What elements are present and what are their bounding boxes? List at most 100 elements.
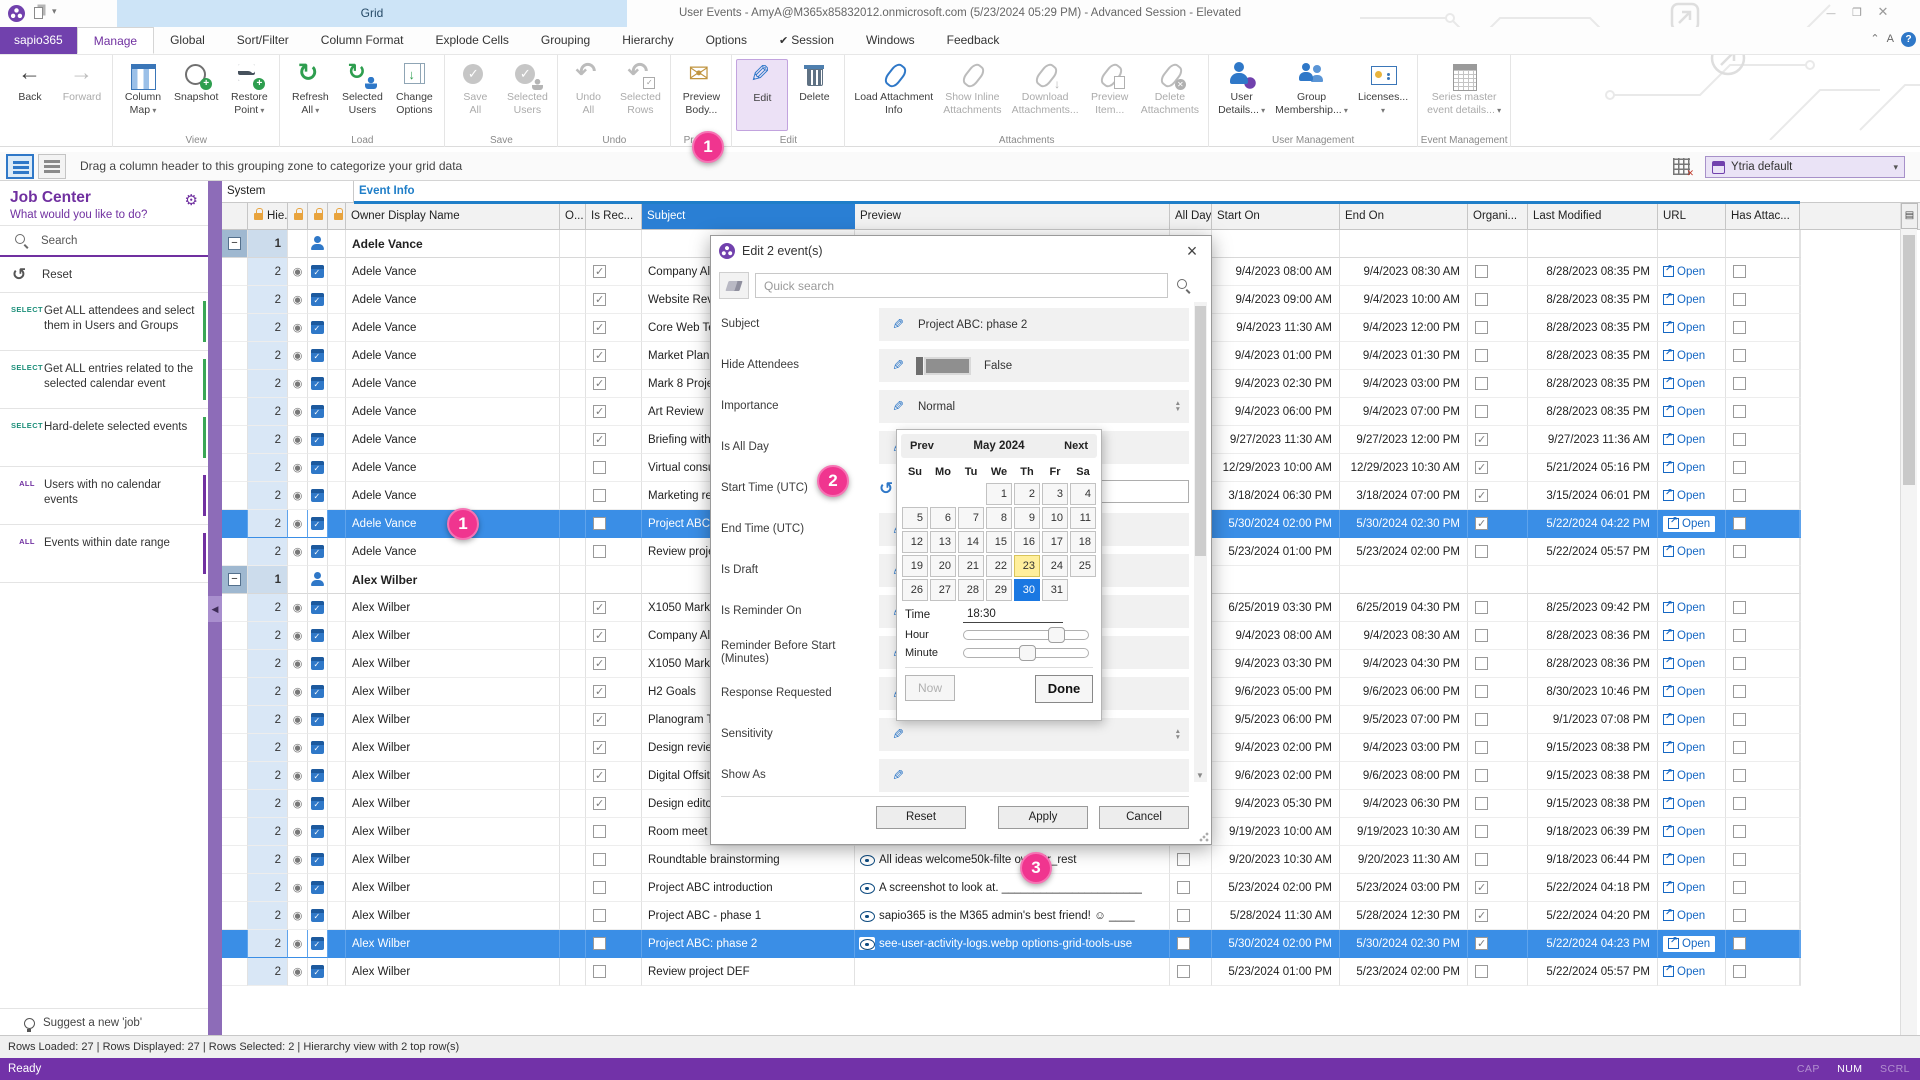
start-on-cell[interactable]: 9/4/2023 03:30 PM (1212, 650, 1340, 678)
header-start-on[interactable]: Start On (1212, 203, 1340, 229)
organizer-cell[interactable] (1468, 342, 1528, 370)
is-recurring-cell[interactable] (586, 930, 642, 958)
end-on-cell[interactable]: 9/27/2023 12:00 PM (1340, 426, 1468, 454)
end-on-cell[interactable] (1340, 230, 1468, 258)
is-recurring-cell[interactable] (586, 286, 642, 314)
url-cell[interactable]: Open (1658, 846, 1726, 874)
owner-cell[interactable]: Adele Vance (346, 314, 560, 342)
calendar-day[interactable]: 9 (1014, 507, 1040, 529)
ribbon-button[interactable]: Show Inline Attachments (938, 59, 1006, 131)
has-attachments-cell[interactable] (1726, 342, 1800, 370)
url-cell[interactable]: Open (1658, 482, 1726, 510)
organizer-cell[interactable] (1468, 566, 1528, 594)
end-on-cell[interactable]: 9/6/2023 08:00 PM (1340, 762, 1468, 790)
start-on-cell[interactable]: 5/30/2024 02:00 PM (1212, 930, 1340, 958)
end-on-cell[interactable]: 9/20/2023 11:30 AM (1340, 846, 1468, 874)
start-on-cell[interactable]: 9/4/2023 02:30 PM (1212, 370, 1340, 398)
has-attachments-cell[interactable] (1726, 510, 1800, 538)
organizer-cell[interactable] (1468, 790, 1528, 818)
url-cell[interactable]: Open (1658, 454, 1726, 482)
owner-cell[interactable]: Adele Vance (346, 454, 560, 482)
row-expander[interactable] (222, 286, 248, 314)
apply-button[interactable]: Apply (998, 806, 1088, 829)
search-icon[interactable] (1176, 278, 1191, 293)
open-link[interactable]: Open (1663, 515, 1716, 532)
reset-button[interactable]: Reset (876, 806, 966, 829)
organizer-cell[interactable] (1468, 650, 1528, 678)
sidebar-splitter[interactable] (208, 181, 222, 1035)
minute-slider-thumb[interactable] (1018, 645, 1036, 661)
start-on-cell[interactable]: 9/6/2023 02:00 PM (1212, 762, 1340, 790)
open-link[interactable]: Open (1663, 403, 1705, 418)
minute-slider[interactable] (963, 645, 1089, 661)
url-cell[interactable]: Open (1658, 930, 1726, 958)
owner-cell[interactable]: Adele Vance (346, 538, 560, 566)
all-day-cell[interactable] (1170, 958, 1212, 986)
organizer-cell[interactable] (1468, 678, 1528, 706)
calendar-day[interactable]: 1 (986, 483, 1012, 505)
start-on-cell[interactable]: 9/4/2023 09:00 AM (1212, 286, 1340, 314)
open-link[interactable]: Open (1663, 767, 1705, 782)
ribbon-button[interactable]: Licenses... (1353, 59, 1413, 131)
organizer-cell[interactable] (1468, 510, 1528, 538)
all-day-cell[interactable] (1170, 874, 1212, 902)
open-link[interactable]: Open (1663, 431, 1705, 446)
field-value[interactable] (879, 718, 1189, 751)
row-expander[interactable] (222, 566, 248, 594)
calendar-day[interactable]: 27 (930, 579, 956, 601)
calendar-day[interactable]: 15 (986, 531, 1012, 553)
owner-cell[interactable]: Alex Wilber (346, 650, 560, 678)
row-expander[interactable] (222, 594, 248, 622)
end-on-cell[interactable]: 3/18/2024 07:00 PM (1340, 482, 1468, 510)
ribbon-button[interactable]: Column Map (117, 59, 169, 131)
last-modified-cell[interactable] (1528, 230, 1658, 258)
url-cell[interactable]: Open (1658, 902, 1726, 930)
header-end-on[interactable]: End On (1340, 203, 1468, 229)
header-hierarchy[interactable]: Hie... (248, 203, 288, 229)
last-modified-cell[interactable]: 9/18/2023 06:44 PM (1528, 846, 1658, 874)
calendar-day[interactable]: 21 (958, 555, 984, 577)
ribbon-tab[interactable]: Hierarchy (606, 27, 689, 54)
row-expander[interactable] (222, 874, 248, 902)
ribbon-tab[interactable]: Feedback (931, 27, 1016, 54)
open-link[interactable]: Open (1663, 375, 1705, 390)
url-cell[interactable]: Open (1658, 790, 1726, 818)
open-link[interactable]: Open (1663, 655, 1705, 670)
is-recurring-cell[interactable] (586, 342, 642, 370)
has-attachments-cell[interactable] (1726, 426, 1800, 454)
organizer-cell[interactable] (1468, 930, 1528, 958)
open-link[interactable]: Open (1663, 935, 1716, 952)
calendar-next-button[interactable]: Next (1064, 440, 1097, 452)
is-recurring-cell[interactable] (586, 594, 642, 622)
last-modified-cell[interactable]: 5/22/2024 04:22 PM (1528, 510, 1658, 538)
is-recurring-cell[interactable] (586, 398, 642, 426)
is-recurring-cell[interactable] (586, 566, 642, 594)
end-on-cell[interactable]: 5/23/2024 02:00 PM (1340, 538, 1468, 566)
subject-cell[interactable]: Roundtable brainstorming (642, 846, 855, 874)
is-recurring-cell[interactable] (586, 482, 642, 510)
calendar-day[interactable]: 30 (1014, 579, 1040, 601)
has-attachments-cell[interactable] (1726, 314, 1800, 342)
organizer-cell[interactable] (1468, 762, 1528, 790)
owner-cell[interactable]: Alex Wilber (346, 958, 560, 986)
is-recurring-cell[interactable] (586, 510, 642, 538)
end-on-cell[interactable]: 9/4/2023 04:30 PM (1340, 650, 1468, 678)
url-cell[interactable] (1658, 230, 1726, 258)
organizer-cell[interactable] (1468, 482, 1528, 510)
owner-cell[interactable]: Alex Wilber (346, 930, 560, 958)
job-search-input[interactable]: Search (0, 225, 208, 257)
ribbon-button[interactable]: Group Membership... (1270, 59, 1353, 131)
organizer-cell[interactable] (1468, 818, 1528, 846)
ribbon-button[interactable]: ChangeOptions (388, 59, 440, 131)
last-modified-cell[interactable]: 8/28/2023 08:36 PM (1528, 622, 1658, 650)
organizer-cell[interactable] (1468, 594, 1528, 622)
has-attachments-cell[interactable] (1726, 482, 1800, 510)
organizer-cell[interactable] (1468, 902, 1528, 930)
organizer-cell[interactable] (1468, 230, 1528, 258)
calendar-day[interactable]: 5 (902, 507, 928, 529)
hour-slider-thumb[interactable] (1048, 627, 1066, 643)
owner-cell[interactable]: Adele Vance (346, 426, 560, 454)
owner-cell[interactable]: Adele Vance (346, 370, 560, 398)
calendar-day[interactable]: 28 (958, 579, 984, 601)
header-last-modified[interactable]: Last Modified (1528, 203, 1658, 229)
